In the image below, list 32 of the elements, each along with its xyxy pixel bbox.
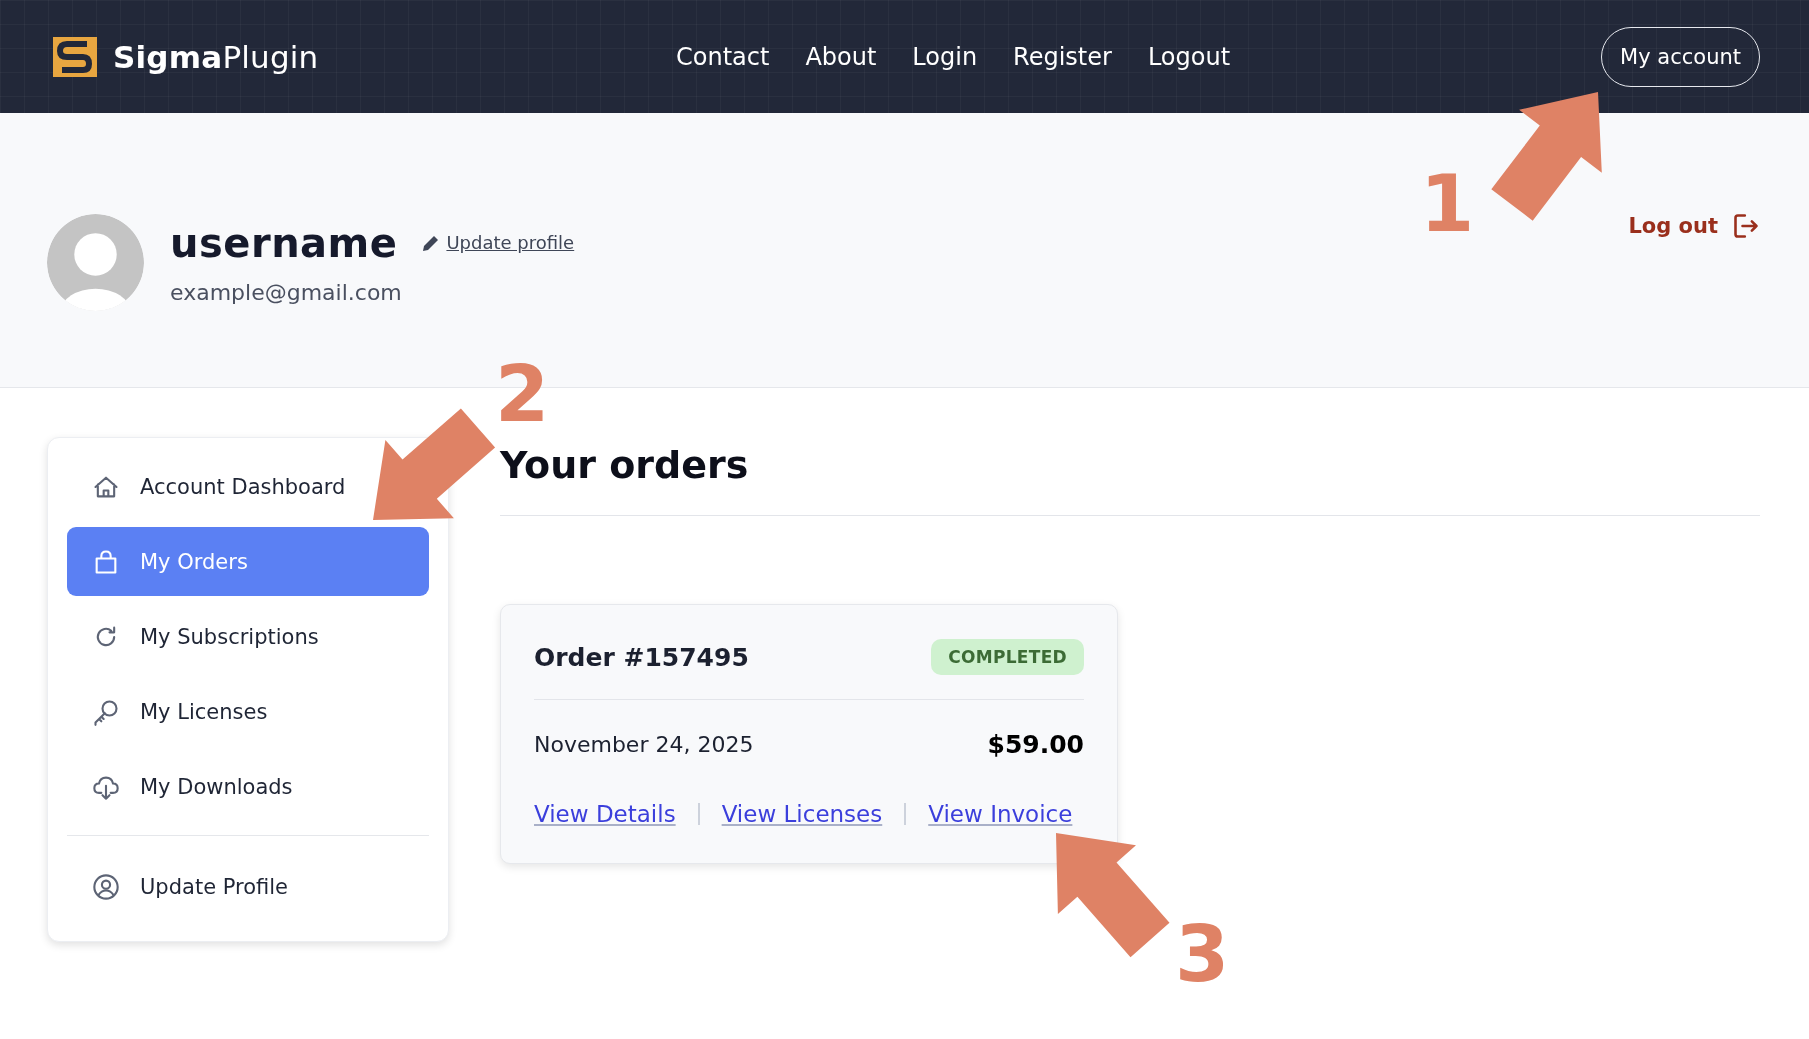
avatar-icon <box>47 213 144 311</box>
sidebar-item[interactable]: Update Profile <box>67 852 293 921</box>
sidebar-item[interactable]: My Subscriptions <box>67 602 323 671</box>
order-total: $59.00 <box>987 730 1084 759</box>
page-heading: Your orders <box>500 443 750 487</box>
nav-link[interactable]: Contact <box>676 42 770 71</box>
order-link[interactable]: View Details <box>534 801 676 827</box>
annotation-number: 2 <box>495 355 550 433</box>
log-out-link[interactable]: Log out <box>1628 214 1718 238</box>
annotation-number: 3 <box>1175 915 1230 993</box>
logo-icon[interactable] <box>53 36 97 77</box>
status-badge: COMPLETED <box>931 639 1084 675</box>
log-out-icon[interactable] <box>1732 212 1760 240</box>
nav-link[interactable]: Login <box>912 42 978 71</box>
order-link[interactable]: View Licenses <box>721 801 883 827</box>
sidebar-item[interactable]: Account Dashboard <box>67 452 350 521</box>
nav-link[interactable]: About <box>805 42 877 71</box>
sidebar-item[interactable]: My Downloads <box>67 752 297 821</box>
user-circle-icon <box>92 872 120 901</box>
order-number: Order #157495 <box>534 642 749 672</box>
nav-link[interactable]: Register <box>1013 42 1112 71</box>
email-address: example@gmail.com <box>170 279 403 305</box>
key-icon <box>92 697 120 726</box>
username: username <box>170 219 398 266</box>
brand-name[interactable]: SigmaPlugin <box>113 38 319 75</box>
annotation-number: 1 <box>1420 165 1475 243</box>
sidebar-item[interactable]: My Licenses <box>67 677 272 746</box>
sidebar-item[interactable]: My Orders <box>67 527 429 596</box>
order-date: November 24, 2025 <box>534 732 754 757</box>
update-profile-link[interactable]: Update profile <box>446 232 575 253</box>
order-link[interactable]: View Invoice <box>928 801 1073 827</box>
nav-link[interactable]: Logout <box>1147 42 1231 71</box>
